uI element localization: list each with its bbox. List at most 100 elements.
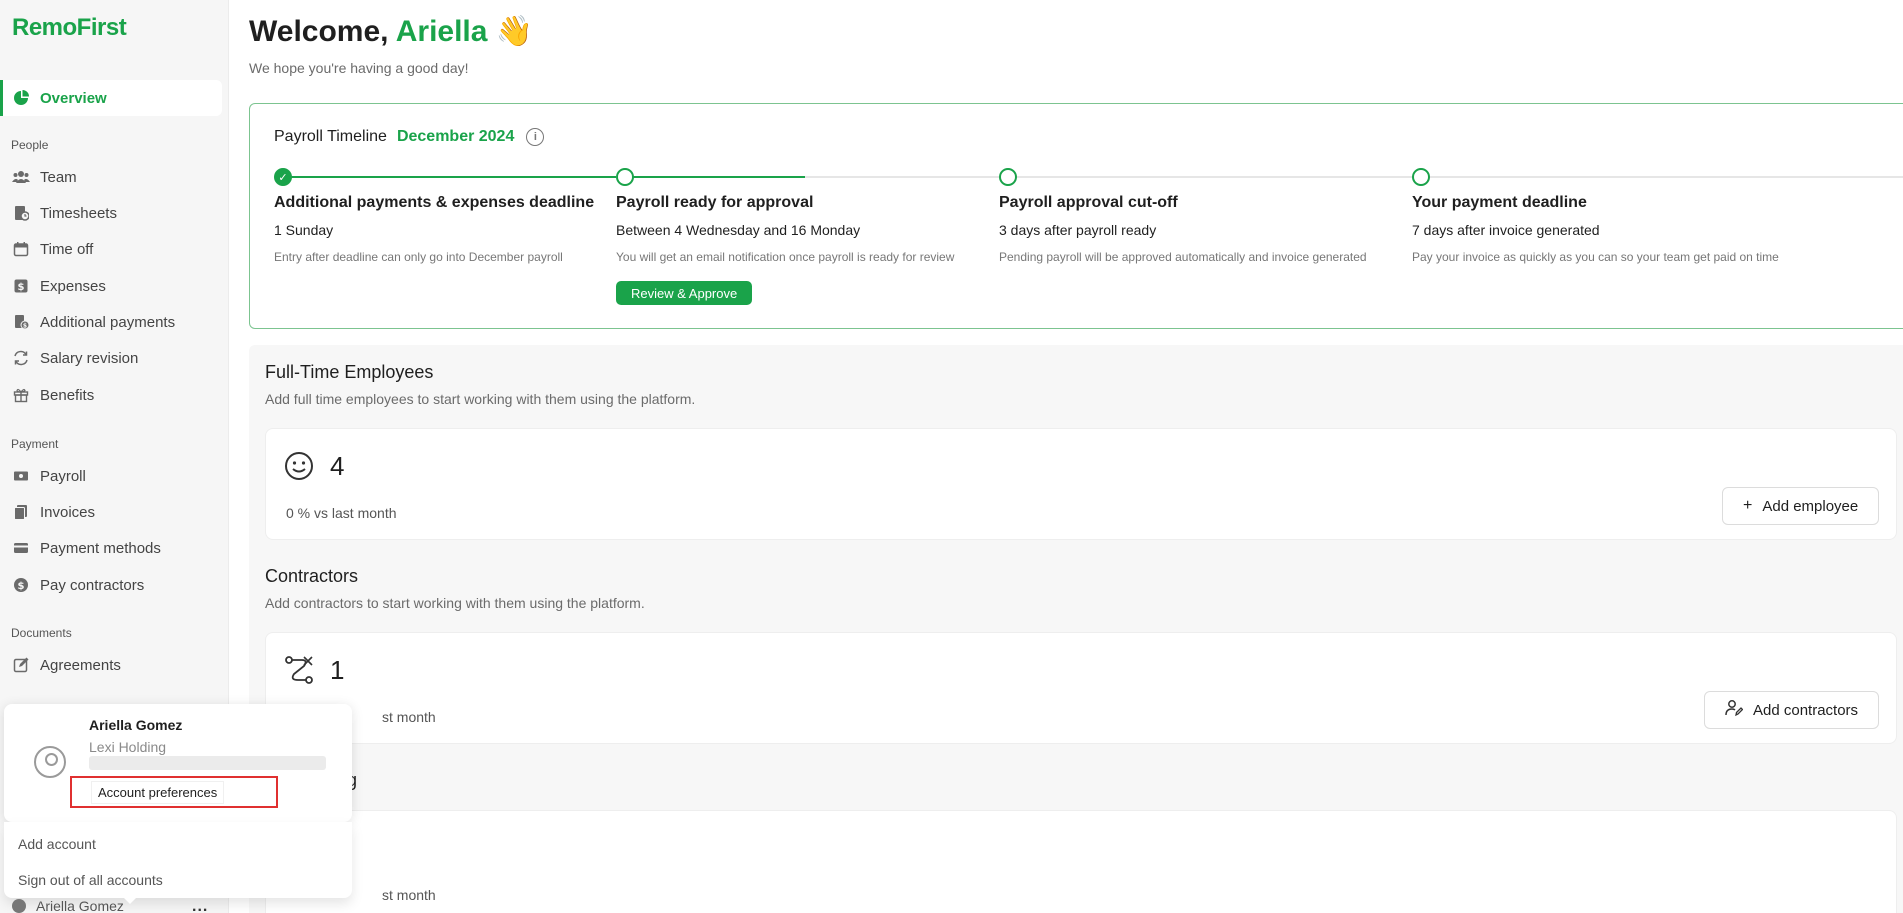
account-actions: Add account Sign out of all accounts (4, 822, 352, 898)
documents-icon (12, 503, 30, 521)
refresh-icon (12, 349, 30, 367)
svg-text:$: $ (18, 581, 25, 592)
sidebar-item-payroll[interactable]: Payroll (0, 458, 222, 494)
sidebar-item-timesheets[interactable]: Timesheets (0, 195, 222, 231)
app-root: RemoFirst Overview People Team Timesheet… (0, 0, 1903, 913)
timeline-progress-line (625, 176, 805, 178)
page-title: Welcome, Ariella 👋 (249, 14, 533, 49)
third-card: 5 st month (265, 810, 1897, 913)
sidebar-item-label: Additional payments (40, 313, 176, 331)
check-icon: ✓ (274, 168, 292, 186)
sidebar-item-overview[interactable]: Overview (0, 80, 222, 116)
contractors-card: 1 st month Add contractors (265, 632, 1897, 744)
step-circle-icon (1412, 168, 1430, 186)
employees-count: 4 (330, 451, 345, 481)
review-approve-button[interactable]: Review & Approve (616, 281, 753, 305)
sidebar-item-label: Overview (40, 89, 107, 107)
info-icon[interactable]: i (526, 128, 545, 146)
user-icon (12, 899, 26, 913)
sidebar-item-time-off[interactable]: Time off (0, 231, 222, 267)
sidebar-item-salary-revision[interactable]: Salary revision (0, 340, 222, 376)
sidebar-item-label: Payment methods (40, 539, 161, 557)
step-circle-icon (616, 168, 634, 186)
calendar-icon (12, 240, 30, 258)
sidebar-item-benefits[interactable]: Benefits (0, 377, 222, 413)
employees-section-desc: Add full time employees to start working… (265, 391, 696, 407)
step-title: Payroll ready for approval (616, 194, 814, 211)
timeline-remaining-line (805, 176, 1903, 178)
sidebar-item-pay-contractors[interactable]: $ Pay contractors (0, 567, 222, 603)
sidebar-item-agreements[interactable]: Agreements (0, 647, 222, 683)
contractors-section-desc: Add contractors to start working with th… (265, 595, 645, 611)
step-date: 3 days after payroll ready (999, 222, 1157, 238)
user-circle-icon (34, 746, 66, 778)
document-dollar-icon: $ (12, 313, 30, 331)
sidebar-item-label: Payroll (40, 467, 86, 485)
step-date: Between 4 Wednesday and 16 Monday (616, 222, 861, 238)
sidebar-item-invoices[interactable]: Invoices (0, 494, 222, 530)
payroll-icon (12, 467, 30, 485)
sidebar-item-payment-methods[interactable]: Payment methods (0, 530, 222, 566)
svg-text:$: $ (18, 282, 25, 293)
section-label-payment: Payment (11, 437, 59, 451)
sidebar-user[interactable]: Ariella Gomez (12, 898, 124, 913)
loading-placeholder (89, 756, 326, 770)
timeline-title: Payroll Timeline (274, 128, 387, 145)
employees-section-title: Full-Time Employees (265, 362, 434, 382)
section-label-documents: Documents (11, 626, 72, 640)
contractors-count: 1 (330, 655, 345, 685)
pie-chart-icon (12, 89, 30, 107)
employees-card: 4 0 % vs last month + Add employee (265, 428, 1897, 540)
users-icon (12, 168, 30, 186)
add-account-link[interactable]: Add account (18, 836, 96, 852)
account-preferences-button[interactable]: Account preferences (92, 782, 224, 803)
sidebar-item-label: Invoices (40, 503, 96, 521)
edit-icon (12, 656, 30, 674)
sign-out-link[interactable]: Sign out of all accounts (18, 872, 163, 888)
timeline-header: Payroll Timeline December 2024 i (274, 128, 545, 146)
timeline-step: Payroll approval cut-off 3 days after pa… (999, 194, 1367, 264)
step-note: Entry after deadline can only go into De… (274, 250, 563, 264)
add-contractors-button[interactable]: Add contractors (1704, 691, 1880, 729)
timeline-step: Payroll ready for approval Between 4 Wed… (616, 194, 954, 264)
sidebar-item-expenses[interactable]: $ Expenses (0, 268, 222, 304)
sidebar-item-label: Expenses (40, 277, 106, 295)
sidebar-item-additional-payments[interactable]: $ Additional payments (0, 304, 222, 340)
gift-icon (12, 386, 30, 404)
add-employee-button[interactable]: + Add employee (1722, 487, 1880, 525)
contractors-section-title: Contractors (265, 566, 359, 586)
smiley-icon (284, 451, 314, 481)
welcome-text: Welcome, (249, 15, 389, 48)
sidebar-item-label: Agreements (40, 656, 121, 674)
user-edit-icon (1725, 699, 1744, 722)
svg-text:$: $ (23, 323, 27, 330)
payroll-timeline-card: Payroll Timeline December 2024 i ✓ Addit… (249, 103, 1903, 329)
dollar-circle-icon: $ (12, 576, 30, 594)
remofirst-logo[interactable]: RemoFirst (12, 14, 127, 42)
page-subtitle: We hope you're having a good day! (249, 60, 469, 76)
credit-card-icon (12, 539, 30, 557)
step-circle-icon (999, 168, 1017, 186)
timeline-step: Your payment deadline 7 days after invoi… (1412, 194, 1779, 264)
sidebar-item-team[interactable]: Team (0, 159, 222, 195)
timeline-month: December 2024 (396, 128, 515, 145)
sidebar-item-label: Time off (40, 240, 94, 258)
expenses-icon: $ (12, 277, 30, 295)
sidebar-user-name: Ariella Gomez (36, 898, 124, 913)
step-note: Pay your invoice as quickly as you can s… (1412, 250, 1779, 264)
sidebar-item-label: Team (40, 168, 77, 186)
sidebar-item-label: Benefits (40, 386, 95, 404)
step-title: Additional payments & expenses deadline (274, 194, 595, 211)
sidebar-item-label: Salary revision (40, 349, 139, 367)
button-label: Add contractors (1753, 701, 1859, 719)
main-content: Welcome, Ariella 👋 We hope you're having… (229, 0, 1903, 913)
third-change: st month (382, 887, 436, 903)
employees-change: 0 % vs last month (286, 505, 397, 521)
step-date: 1 Sunday (274, 222, 334, 238)
section-label-people: People (11, 138, 49, 152)
plus-icon: + (1743, 497, 1753, 514)
route-icon (284, 655, 314, 685)
more-options-icon[interactable]: ... (192, 898, 208, 913)
step-date: 7 days after invoice generated (1412, 222, 1600, 238)
step-note: You will get an email notification once … (616, 250, 955, 264)
